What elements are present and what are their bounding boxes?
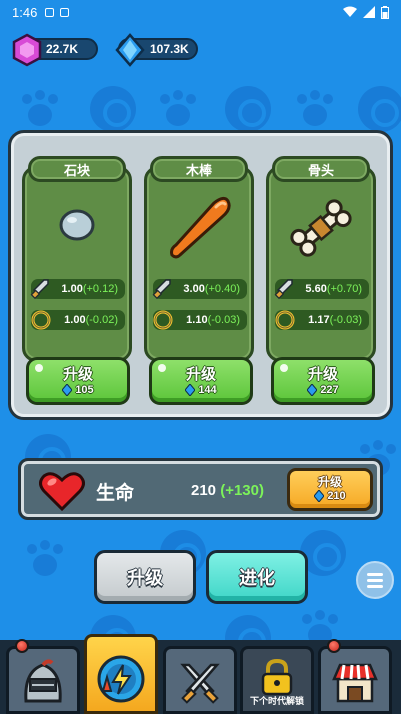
- life-label: 生命: [96, 482, 135, 504]
- tab-locked[interactable]: 下个时代解锁: [240, 646, 314, 714]
- shop-icon: [332, 663, 378, 703]
- attack-delta: (+0.40): [204, 283, 240, 295]
- evolve-button[interactable]: 进化: [206, 550, 308, 604]
- attack-stat: 1.00 (+0.12): [30, 279, 125, 300]
- app-notification-icon: [60, 7, 70, 17]
- status-time: 1:46: [12, 4, 38, 20]
- sword-stat-icon: [30, 279, 49, 300]
- speed-stat: 1.10 (-0.03): [153, 310, 247, 330]
- upgrade-energy-icon: [97, 655, 145, 703]
- upgrade-bone-button[interactable]: 升级 227: [271, 357, 375, 405]
- upgrade-label: 升级: [317, 475, 342, 489]
- upgrade-label: 升级: [185, 365, 216, 383]
- upgrade-stone-button[interactable]: 升级 105: [26, 357, 130, 405]
- locked-tab-label: 下个时代解锁: [249, 697, 304, 707]
- battery-icon: [381, 5, 389, 19]
- speed-delta: (-0.02): [85, 314, 118, 326]
- weapon-card-stone: 石块 1.00 (+0.12) 1.00 (-0.02): [22, 156, 132, 362]
- stone-icon: [59, 209, 95, 241]
- upgrade-label: 升级: [307, 365, 338, 383]
- upgrade-label: 升级: [62, 365, 93, 383]
- life-panel: 生命 210 (+130) 升级 210: [18, 458, 383, 520]
- tab-upgrade[interactable]: [84, 634, 158, 714]
- diamond-cost-icon: [62, 384, 73, 396]
- diamond-counter[interactable]: 107.3K: [115, 33, 198, 67]
- weapon-name: 石块: [28, 156, 126, 182]
- menu-button[interactable]: [356, 561, 394, 599]
- upgrade-cost: 144: [198, 384, 217, 396]
- speed-value: 1.00: [64, 314, 86, 326]
- attack-stat: 5.60 (+0.70): [274, 279, 369, 300]
- speed-stat: 1.00 (-0.02): [31, 310, 125, 330]
- attack-delta: (+0.70): [326, 283, 362, 295]
- weapon-name: 木棒: [150, 156, 248, 182]
- attack-value: 5.60: [305, 283, 327, 295]
- blue-diamond-icon: [115, 33, 145, 67]
- speed-ring-icon: [31, 310, 51, 330]
- upgrade-cost: 105: [75, 384, 94, 396]
- gem-amount: 22.7K: [46, 42, 79, 56]
- attack-delta: (+0.12): [82, 283, 118, 295]
- upgrade-cost: 227: [320, 384, 339, 396]
- upgrade-life-button[interactable]: 升级 210: [287, 468, 373, 511]
- notification-badge: [327, 639, 341, 653]
- speed-value: 1.17: [308, 314, 330, 326]
- attack-stat: 3.00 (+0.40): [152, 279, 247, 300]
- life-value: 210: [191, 482, 217, 499]
- diamond-cost-icon: [185, 384, 196, 396]
- notification-badge: [15, 639, 29, 653]
- bottom-nav: 下个时代解锁: [0, 634, 401, 714]
- speed-delta: (-0.03): [329, 314, 362, 326]
- crossed-swords-icon: [180, 663, 220, 704]
- status-bar: 1:46: [0, 0, 401, 24]
- sword-stat-icon: [152, 279, 171, 300]
- attack-value: 1.00: [61, 283, 83, 295]
- upgrade-stick-button[interactable]: 升级 144: [149, 357, 253, 405]
- life-delta: (+130): [220, 482, 264, 499]
- wooden-club-icon: [170, 196, 231, 259]
- tab-knight[interactable]: [6, 639, 80, 714]
- tab-shop[interactable]: [318, 639, 392, 714]
- upgrade-cost: 210: [327, 490, 346, 502]
- speed-stat: 1.17 (-0.03): [275, 310, 369, 330]
- attack-value: 3.00: [183, 283, 205, 295]
- life-value-text: 210 (+130): [191, 482, 264, 499]
- weapon-card-bone: 骨头 5.60 (+0.70) 1.17 (-0.03): [266, 156, 376, 362]
- notification-icon: [45, 7, 55, 17]
- pink-gem-icon: [12, 33, 42, 67]
- sword-stat-icon: [274, 279, 293, 300]
- weapon-card-stick: 木棒 3.00 (+0.40) 1.10 (-0.03): [144, 156, 254, 362]
- knight-helmet-icon: [24, 659, 62, 703]
- speed-value: 1.10: [186, 314, 208, 326]
- signal-icon: [363, 6, 375, 18]
- heart-icon: [39, 472, 85, 511]
- lock-icon: [261, 658, 293, 696]
- gem-counter[interactable]: 22.7K: [12, 33, 98, 67]
- diamond-cost-icon: [307, 384, 318, 396]
- tab-weapons[interactable]: [163, 646, 237, 714]
- weapon-name: 骨头: [272, 156, 370, 182]
- speed-ring-icon: [153, 310, 173, 330]
- menu-icon: [367, 572, 383, 576]
- weapon-panel: 石块 1.00 (+0.12) 1.00 (-0.02) 木棒 3.00 (+0.40…: [8, 130, 393, 420]
- upgrade-button[interactable]: 升级: [94, 550, 196, 604]
- diamond-amount: 107.3K: [150, 42, 189, 56]
- speed-delta: (-0.03): [207, 314, 240, 326]
- bone-icon: [290, 199, 352, 257]
- diamond-cost-icon: [314, 490, 325, 502]
- speed-ring-icon: [275, 310, 295, 330]
- wifi-icon: [343, 6, 357, 17]
